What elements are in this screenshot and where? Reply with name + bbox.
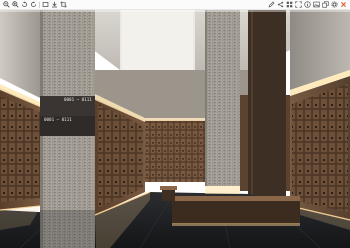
rotate-left-icon[interactable]	[21, 1, 28, 8]
toolbar-left-group	[3, 1, 67, 8]
download-icon[interactable]	[51, 1, 58, 8]
toolbar-right-group	[268, 1, 347, 8]
wood-stool	[160, 186, 177, 190]
fullscreen-icon[interactable]	[295, 1, 302, 8]
zoom-out-icon[interactable]	[3, 1, 10, 8]
toolbar-separator	[39, 1, 40, 8]
zoom-in-icon[interactable]	[12, 1, 19, 8]
grid-icon[interactable]	[286, 1, 293, 8]
edit-icon[interactable]	[268, 1, 275, 8]
rotate-right-icon[interactable]	[30, 1, 37, 8]
share-icon[interactable]	[277, 1, 284, 8]
gallery-icon[interactable]	[313, 1, 320, 8]
fit-screen-icon[interactable]	[42, 1, 49, 8]
left-column-label-2: 0001 — 0111	[44, 117, 72, 122]
wood-bench	[172, 200, 300, 224]
right-wall-niches	[292, 84, 348, 212]
columbarium-interior-render: 0001 — 0111 0001 — 0111	[0, 10, 350, 248]
left-upper-wall	[0, 10, 40, 98]
settings-icon[interactable]	[331, 1, 338, 8]
crop-icon[interactable]	[60, 1, 67, 8]
image-viewer-toolbar	[0, 0, 350, 10]
info-icon[interactable]	[304, 1, 311, 8]
left-column-label: 0001 — 0111	[64, 97, 92, 102]
middle-inscribed-column	[205, 10, 240, 186]
close-icon[interactable]	[340, 1, 347, 8]
right-dark-column	[248, 10, 286, 200]
left-wall-niches	[0, 96, 40, 202]
back-wall-niches	[145, 120, 207, 182]
copy-icon[interactable]	[322, 1, 329, 8]
